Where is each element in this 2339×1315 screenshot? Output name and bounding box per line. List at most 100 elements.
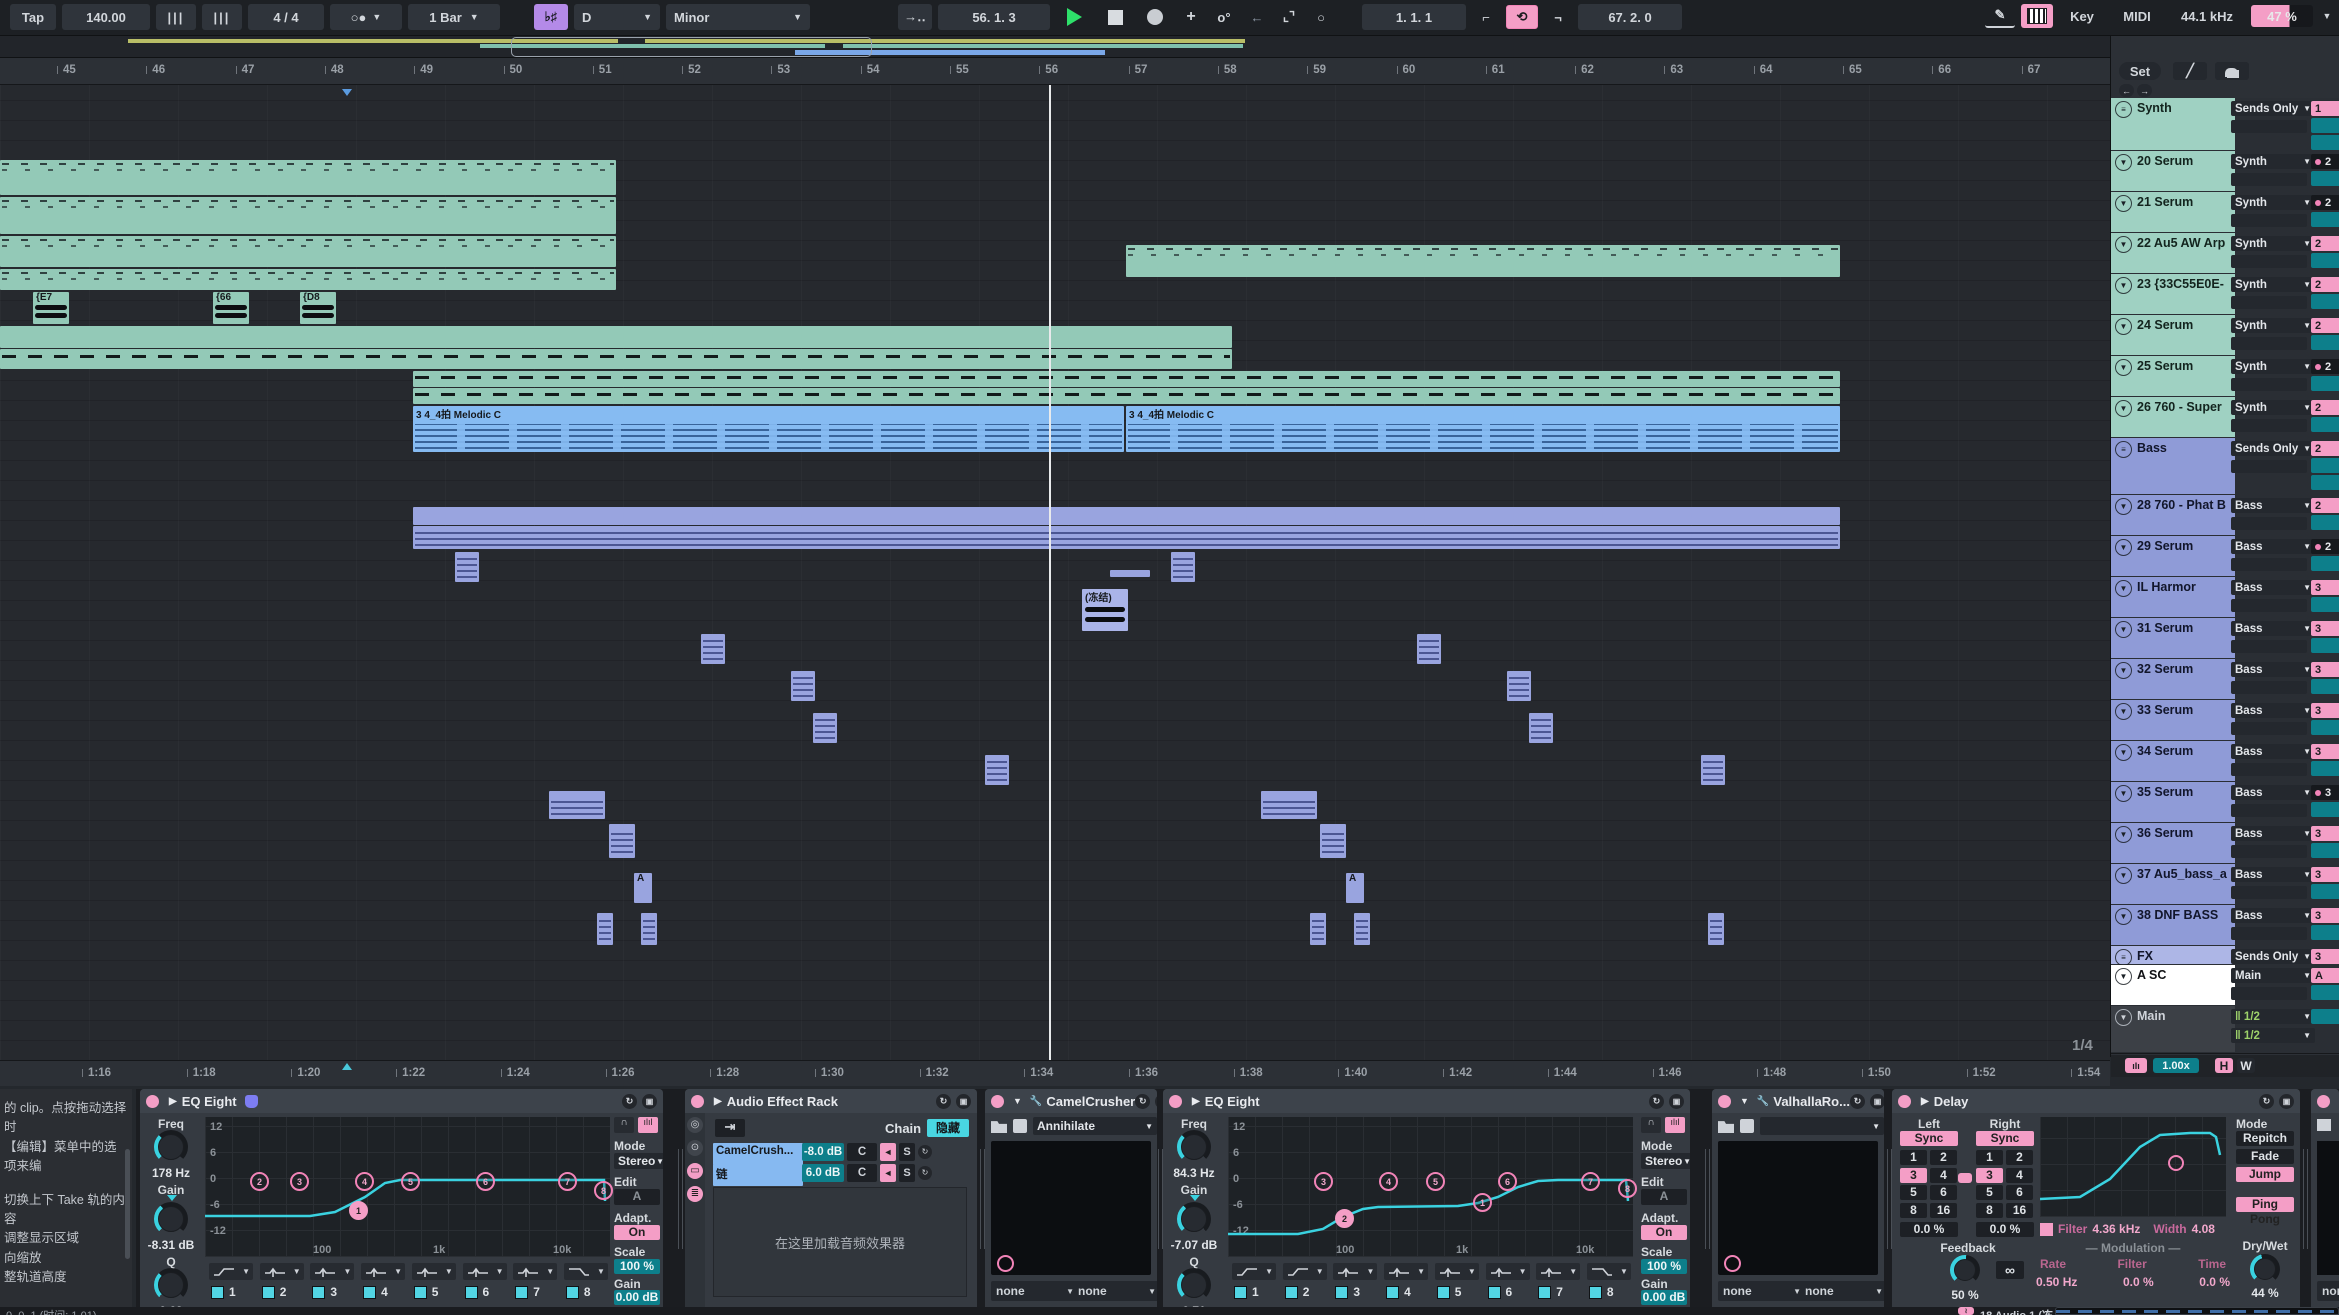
chain-name[interactable]: 链 [713, 1164, 803, 1186]
track-value-box[interactable]: 2 [2311, 400, 2339, 415]
save-preset-icon[interactable]: ▣ [1870, 1094, 1884, 1109]
nudge-up-button[interactable]: ||| [202, 4, 242, 30]
band-activate-toggle[interactable] [1538, 1286, 1551, 1299]
track-fold-icon[interactable]: ▼ [2115, 703, 2132, 720]
track-routing-menu[interactable]: Sends Only▼ [2231, 949, 2315, 964]
eq-band-handle[interactable]: 3 [1314, 1172, 1333, 1191]
track-name[interactable]: 34 Serum [2137, 744, 2193, 758]
track-value-box[interactable]: 2 [2311, 441, 2339, 456]
param-slot-1[interactable]: non [2317, 1281, 2339, 1301]
eq-band-cell[interactable]: ▼4 [1380, 1261, 1430, 1305]
track-routing-menu[interactable]: Bass▼ [2231, 580, 2315, 595]
track-row[interactable]: ▼37 Au5_bass_aBass▼3-2 [2111, 864, 2339, 906]
eq-band-handle[interactable]: 2 [250, 1172, 269, 1191]
track-fold-icon[interactable]: ▼ [2115, 621, 2132, 638]
track-name[interactable]: 21 Serum [2137, 195, 2193, 209]
preset-menu[interactable]: Annihilate▼ [1033, 1117, 1157, 1135]
eq-band-handle[interactable]: 8 [594, 1181, 613, 1200]
device-on-led[interactable] [991, 1095, 1004, 1108]
track-value-box[interactable]: 0 [2311, 597, 2339, 612]
chain-solo-button[interactable]: S [899, 1164, 915, 1182]
track-input-field[interactable] [2231, 681, 2307, 694]
track-name-block[interactable]: ▼IL Harmor [2111, 577, 2235, 617]
eq-band-handle[interactable]: 7 [1581, 1172, 1600, 1191]
track-row[interactable]: ▼20 SerumSynth▼2-7 [2111, 151, 2339, 193]
freq-knob[interactable] [154, 1130, 188, 1164]
group-fold-icon[interactable]: ≡ [2115, 101, 2132, 118]
left-beat-button[interactable]: 5 [1900, 1185, 1927, 1200]
track-value-box[interactable]: 0 [2311, 118, 2339, 133]
expand-plugin-icon[interactable] [997, 1255, 1014, 1272]
eq-graph[interactable]: 1260-6-121001k10k12345678 [205, 1117, 610, 1257]
device-on-led[interactable] [2317, 1095, 2330, 1108]
left-beat-button[interactable]: 8 [1900, 1203, 1927, 1218]
eq-band-cell[interactable]: ▼5 [1431, 1261, 1481, 1305]
time-signature-field[interactable]: 4 / 4 [248, 4, 324, 30]
track-name[interactable]: 22 Au5 AW Arp [2137, 236, 2225, 250]
devices-icon[interactable]: ≣ [687, 1186, 703, 1202]
back-to-arrangement-button[interactable]: ← [1244, 4, 1270, 30]
clip[interactable] [455, 552, 479, 582]
track-input-field[interactable] [2231, 722, 2307, 735]
quantize-menu[interactable]: 1 Bar▼ [408, 4, 500, 30]
track-routing-menu[interactable]: Synth▼ [2231, 154, 2315, 169]
track-value-box[interactable]: -4 [2311, 556, 2339, 571]
clip[interactable] [0, 160, 616, 195]
track-routing-menu[interactable]: Synth▼ [2231, 400, 2315, 415]
freq-knob[interactable] [1177, 1130, 1211, 1164]
track-value-box[interactable]: 3 [2311, 867, 2339, 882]
camelcrusher-plugin-title-bar[interactable]: ▼🔧CamelCrusher↻▣ [985, 1089, 1157, 1113]
save-preset-icon[interactable]: ▣ [956, 1094, 971, 1109]
chain-speaker-toggle[interactable]: ◄ [880, 1164, 896, 1182]
mode-menu[interactable]: Stereo▼ [614, 1153, 663, 1169]
param-slot-2[interactable]: none▼ [1800, 1281, 1884, 1301]
track-row[interactable]: ▼33 SerumBass▼30 [2111, 700, 2339, 742]
track-name-block[interactable]: ▼36 Serum [2111, 823, 2235, 863]
track-input-field[interactable] [2231, 419, 2307, 432]
track-fold-icon[interactable]: ▼ [2115, 908, 2132, 925]
track-name[interactable]: 37 Au5_bass_a [2137, 867, 2227, 881]
eq-band-handle[interactable]: 1 [349, 1201, 368, 1220]
audio-effect-rack-title-bar[interactable]: ▶Audio Effect Rack↻▣ [685, 1089, 977, 1113]
eq-eight-title-bar[interactable]: ▶EQ Eight↻▣ [140, 1089, 663, 1113]
chain-hotswap-icon[interactable]: ↻ [918, 1166, 932, 1180]
track-routing-menu-2[interactable]: ‖ 1/2▼ [2231, 1028, 2315, 1043]
track-name-block[interactable]: ▼24 Serum [2111, 315, 2235, 355]
eq-band-cell[interactable]: ▼6 [1482, 1261, 1532, 1305]
track-name-block[interactable]: ▼32 Serum [2111, 659, 2235, 699]
track-value-box[interactable]: 2 [2311, 539, 2339, 554]
hot-swap-icon[interactable]: ↻ [1649, 1094, 1664, 1109]
save-preset-icon[interactable]: ▣ [642, 1094, 657, 1109]
track-value-box[interactable]: 3 [2311, 785, 2339, 800]
track-routing-menu[interactable]: Bass▼ [2231, 785, 2315, 800]
eq-band-handle[interactable]: 2 [1335, 1209, 1354, 1228]
punch-out-button[interactable]: ¬ [1544, 4, 1572, 30]
param-slot-2[interactable]: none▼ [1073, 1281, 1157, 1301]
track-row[interactable]: ▼38 DNF BASSBass▼3-3 [2111, 905, 2339, 947]
track-name[interactable]: 28 760 - Phat B [2137, 498, 2226, 512]
track-name[interactable]: FX [2137, 949, 2153, 963]
track-value-box[interactable]: A [2311, 968, 2339, 983]
filter-freq[interactable]: 4.36 kHz [2092, 1222, 2140, 1236]
clip[interactable] [1417, 634, 1441, 664]
track-width-button[interactable]: W [2237, 1058, 2255, 1073]
chain-speaker-toggle[interactable]: ◄ [880, 1143, 896, 1161]
filter-type-menu[interactable]: ▼ [361, 1263, 405, 1280]
track-routing-menu[interactable]: Sends Only▼ [2231, 101, 2315, 116]
key-root-menu[interactable]: D▼ [574, 4, 660, 30]
folder-icon[interactable] [1718, 1119, 1734, 1133]
eq-band-cell[interactable]: ▼1 [205, 1261, 255, 1305]
save-preset-icon[interactable]: ▣ [1155, 1094, 1157, 1109]
left-beat-button[interactable]: 1 [1900, 1150, 1927, 1165]
ping-pong-toggle[interactable]: Ping Pong [2236, 1197, 2294, 1212]
filter-type-menu[interactable]: ▼ [209, 1263, 253, 1280]
eq-band-cell[interactable]: ▼3 [1329, 1261, 1379, 1305]
track-value-box[interactable]: -7 [2311, 171, 2339, 186]
track-value-box[interactable]: 2 [2311, 277, 2339, 292]
track-input-field[interactable] [2231, 804, 2307, 817]
track-name[interactable]: 35 Serum [2137, 785, 2193, 799]
filter-type-menu[interactable]: ▼ [1232, 1263, 1276, 1280]
device-on-led[interactable] [1898, 1095, 1911, 1108]
device-separator[interactable] [1705, 1149, 1710, 1249]
track-fold-icon[interactable]: ▼ [2115, 277, 2132, 294]
